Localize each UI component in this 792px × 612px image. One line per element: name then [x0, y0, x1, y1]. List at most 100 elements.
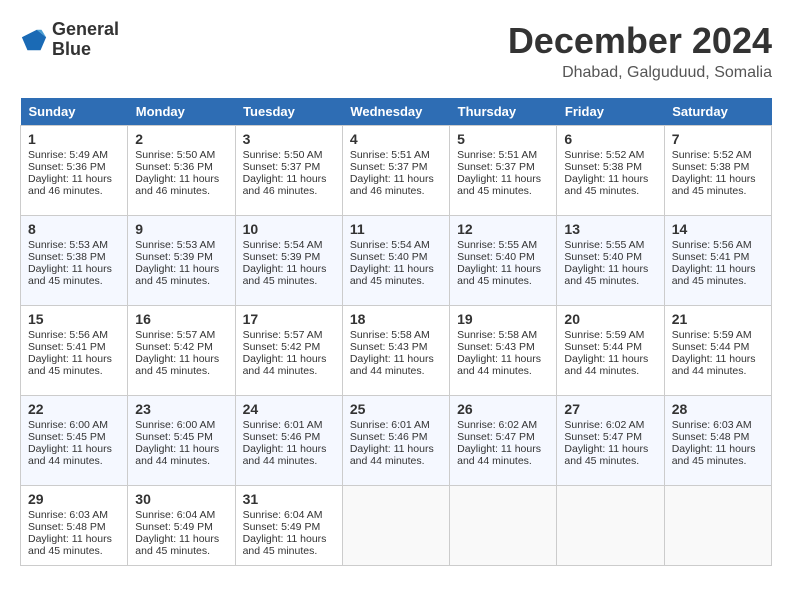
sunrise: Sunrise: 5:52 AM — [564, 149, 644, 161]
daylight: Daylight: 11 hours and 45 minutes. — [28, 353, 112, 377]
daylight: Daylight: 11 hours and 45 minutes. — [135, 533, 219, 557]
day-number: 16 — [135, 311, 227, 327]
daylight: Daylight: 11 hours and 45 minutes. — [135, 263, 219, 287]
sunrise: Sunrise: 5:56 AM — [672, 239, 752, 251]
sunset: Sunset: 5:41 PM — [28, 341, 106, 353]
table-row — [342, 486, 449, 566]
day-number: 21 — [672, 311, 764, 327]
daylight: Daylight: 11 hours and 45 minutes. — [350, 263, 434, 287]
sunrise: Sunrise: 5:51 AM — [350, 149, 430, 161]
col-wednesday: Wednesday — [342, 98, 449, 126]
daylight: Daylight: 11 hours and 44 minutes. — [243, 353, 327, 377]
day-number: 5 — [457, 131, 549, 147]
sunrise: Sunrise: 6:00 AM — [135, 419, 215, 431]
sunrise: Sunrise: 5:52 AM — [672, 149, 752, 161]
daylight: Daylight: 11 hours and 45 minutes. — [28, 263, 112, 287]
table-row: 18Sunrise: 5:58 AMSunset: 5:43 PMDayligh… — [342, 306, 449, 396]
table-row: 14Sunrise: 5:56 AMSunset: 5:41 PMDayligh… — [664, 216, 771, 306]
sunrise: Sunrise: 6:04 AM — [135, 509, 215, 521]
logo-line2: Blue — [52, 40, 119, 60]
day-number: 14 — [672, 221, 764, 237]
sunset: Sunset: 5:40 PM — [564, 251, 642, 263]
table-row: 23Sunrise: 6:00 AMSunset: 5:45 PMDayligh… — [128, 396, 235, 486]
title-block: December 2024 Dhabad, Galguduud, Somalia — [508, 20, 772, 82]
day-number: 9 — [135, 221, 227, 237]
sunset: Sunset: 5:46 PM — [350, 431, 428, 443]
sunrise: Sunrise: 5:51 AM — [457, 149, 537, 161]
sunrise: Sunrise: 6:03 AM — [672, 419, 752, 431]
col-friday: Friday — [557, 98, 664, 126]
sunrise: Sunrise: 5:56 AM — [28, 329, 108, 341]
sunset: Sunset: 5:48 PM — [28, 521, 106, 533]
sunset: Sunset: 5:48 PM — [672, 431, 750, 443]
col-tuesday: Tuesday — [235, 98, 342, 126]
sunset: Sunset: 5:49 PM — [135, 521, 213, 533]
sunrise: Sunrise: 5:54 AM — [243, 239, 323, 251]
daylight: Daylight: 11 hours and 44 minutes. — [243, 443, 327, 467]
day-number: 17 — [243, 311, 335, 327]
day-number: 1 — [28, 131, 120, 147]
table-row: 24Sunrise: 6:01 AMSunset: 5:46 PMDayligh… — [235, 396, 342, 486]
table-row: 12 Sunrise: 5:55 AMSunset: 5:40 PMDayligh… — [450, 216, 557, 306]
sunrise: Sunrise: 5:49 AM — [28, 149, 108, 161]
sunrise: Sunrise: 5:58 AM — [350, 329, 430, 341]
logo-line1: General — [52, 20, 119, 40]
daylight: Daylight: 11 hours and 44 minutes. — [135, 443, 219, 467]
sunrise: Sunrise: 6:02 AM — [564, 419, 644, 431]
daylight: Daylight: 11 hours and 46 minutes. — [28, 173, 112, 197]
calendar-row: 22Sunrise: 6:00 AMSunset: 5:45 PMDayligh… — [21, 396, 772, 486]
day-number: 8 — [28, 221, 120, 237]
table-row: 27Sunrise: 6:02 AMSunset: 5:47 PMDayligh… — [557, 396, 664, 486]
table-row: 25Sunrise: 6:01 AMSunset: 5:46 PMDayligh… — [342, 396, 449, 486]
table-row — [450, 486, 557, 566]
daylight: Daylight: 11 hours and 45 minutes. — [672, 173, 756, 197]
sunset: Sunset: 5:36 PM — [135, 161, 213, 173]
daylight: Daylight: 11 hours and 45 minutes. — [672, 263, 756, 287]
sunset: Sunset: 5:49 PM — [243, 521, 321, 533]
sunrise: Sunrise: 5:55 AM — [564, 239, 644, 251]
sunset: Sunset: 5:37 PM — [457, 161, 535, 173]
table-row: 7Sunrise: 5:52 AMSunset: 5:38 PMDaylight… — [664, 126, 771, 216]
sunrise: Sunrise: 5:55 AM — [457, 239, 537, 251]
table-row — [557, 486, 664, 566]
table-row: 5Sunrise: 5:51 AMSunset: 5:37 PMDaylight… — [450, 126, 557, 216]
day-number: 2 — [135, 131, 227, 147]
table-row: 28Sunrise: 6:03 AMSunset: 5:48 PMDayligh… — [664, 396, 771, 486]
sunset: Sunset: 5:38 PM — [28, 251, 106, 263]
table-row: 22Sunrise: 6:00 AMSunset: 5:45 PMDayligh… — [21, 396, 128, 486]
table-row: 3Sunrise: 5:50 AMSunset: 5:37 PMDaylight… — [235, 126, 342, 216]
table-row: 4Sunrise: 5:51 AMSunset: 5:37 PMDaylight… — [342, 126, 449, 216]
sunset: Sunset: 5:46 PM — [243, 431, 321, 443]
daylight: Daylight: 11 hours and 46 minutes. — [135, 173, 219, 197]
day-number: 11 — [350, 221, 442, 237]
sunrise: Sunrise: 5:57 AM — [135, 329, 215, 341]
table-row: 10Sunrise: 5:54 AMSunset: 5:39 PMDayligh… — [235, 216, 342, 306]
day-number: 3 — [243, 131, 335, 147]
sunrise: Sunrise: 6:02 AM — [457, 419, 537, 431]
sunrise: Sunrise: 5:58 AM — [457, 329, 537, 341]
calendar-row: 15Sunrise: 5:56 AMSunset: 5:41 PMDayligh… — [21, 306, 772, 396]
sunset: Sunset: 5:40 PM — [350, 251, 428, 263]
sunset: Sunset: 5:40 PM — [457, 251, 535, 263]
sunset: Sunset: 5:37 PM — [243, 161, 321, 173]
sunset: Sunset: 5:42 PM — [243, 341, 321, 353]
sunrise: Sunrise: 6:01 AM — [243, 419, 323, 431]
daylight: Daylight: 11 hours and 45 minutes. — [135, 353, 219, 377]
table-row: 9Sunrise: 5:53 AMSunset: 5:39 PMDaylight… — [128, 216, 235, 306]
day-number: 22 — [28, 401, 120, 417]
day-number: 30 — [135, 491, 227, 507]
sunset: Sunset: 5:37 PM — [350, 161, 428, 173]
day-number: 23 — [135, 401, 227, 417]
calendar-row: 1Sunrise: 5:49 AMSunset: 5:36 PMDaylight… — [21, 126, 772, 216]
daylight: Daylight: 11 hours and 44 minutes. — [350, 443, 434, 467]
table-row: 30 Sunrise: 6:04 AMSunset: 5:49 PMDayligh… — [128, 486, 235, 566]
table-row: 6Sunrise: 5:52 AMSunset: 5:38 PMDaylight… — [557, 126, 664, 216]
sunrise: Sunrise: 6:00 AM — [28, 419, 108, 431]
daylight: Daylight: 11 hours and 45 minutes. — [457, 263, 541, 287]
table-row: 8Sunrise: 5:53 AMSunset: 5:38 PMDaylight… — [21, 216, 128, 306]
daylight: Daylight: 11 hours and 45 minutes. — [672, 443, 756, 467]
col-monday: Monday — [128, 98, 235, 126]
sunset: Sunset: 5:44 PM — [564, 341, 642, 353]
day-number: 12 — [457, 221, 549, 237]
col-thursday: Thursday — [450, 98, 557, 126]
